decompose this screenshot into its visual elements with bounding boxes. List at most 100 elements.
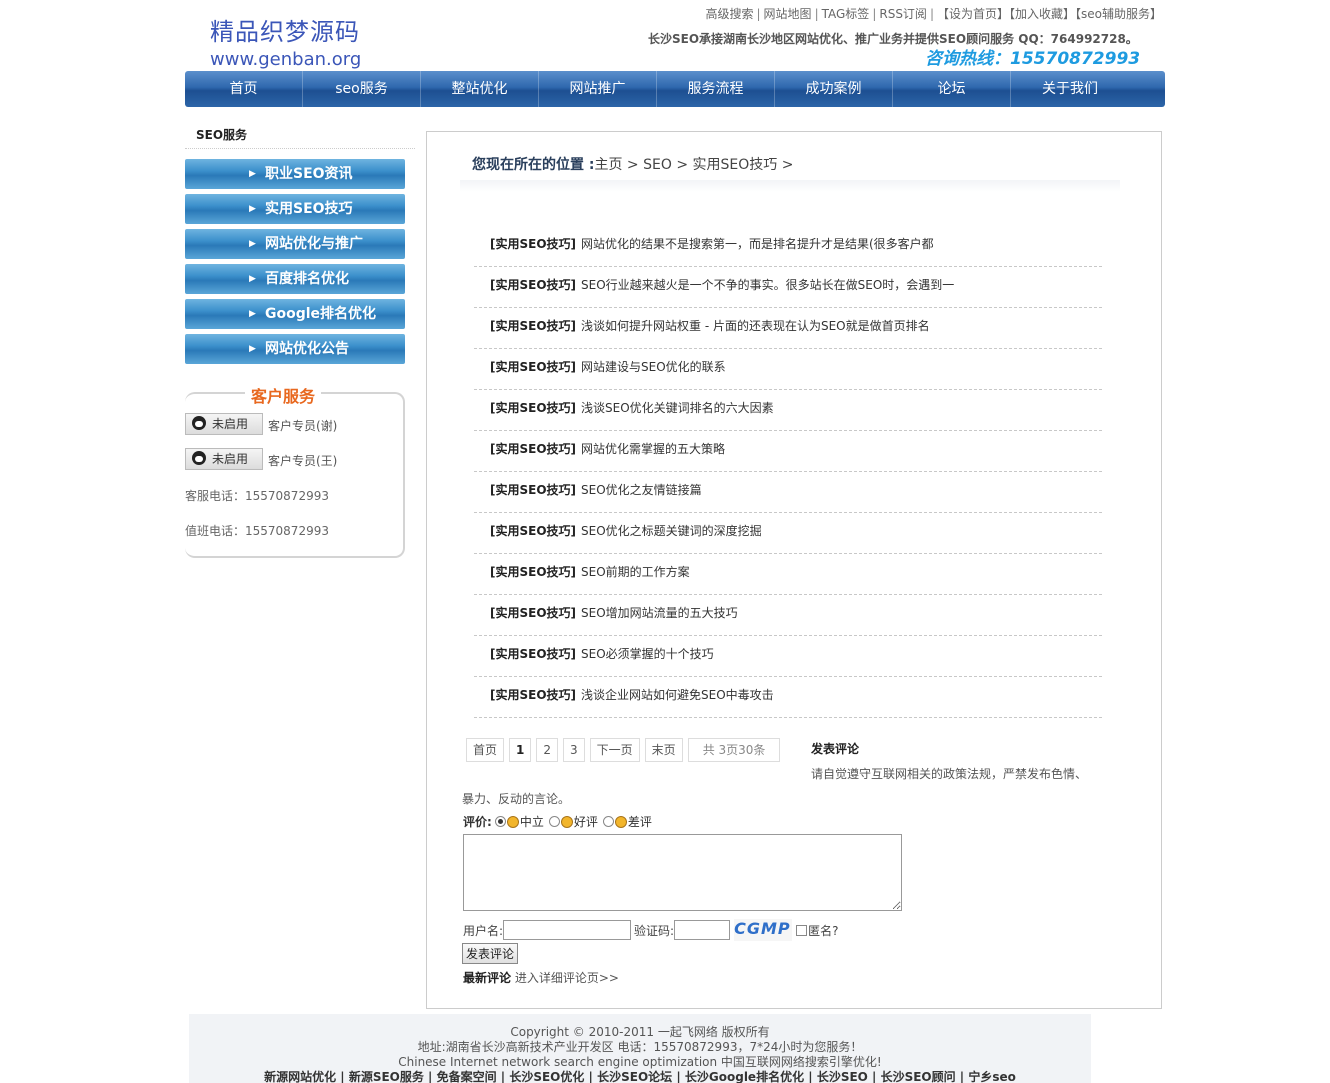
qq-penguin-icon [192,451,206,465]
sidebar-item-baidu-ranking[interactable]: ▶ 百度排名优化 [185,264,405,294]
username-input[interactable] [503,920,632,940]
triangle-right-icon: ▶ [249,344,256,354]
page-2[interactable]: 2 [536,738,559,762]
article-title[interactable]: 浅谈企业网站如何避免SEO中毒攻击 [581,686,774,703]
nav-site-optimization[interactable]: 整站优化 [421,71,539,107]
article-list: [实用SEO技巧] 网站优化的结果不是搜索第一，而是排名提升才是结果(很多客户都 … [474,226,1102,718]
footer-address: 地址:湖南省长沙高新技术产业开发区 电话：15570872993，7*24小时为… [417,1040,863,1054]
page-1[interactable]: 1 [509,738,532,762]
list-item: [实用SEO技巧] SEO增加网站流量的五大技巧 [474,595,1102,636]
article-category[interactable]: [实用SEO技巧] [490,686,576,703]
agent-name-2: 客户专员(王) [268,454,338,468]
article-title[interactable]: SEO优化之友情链接篇 [581,481,702,498]
rating-neutral-label: 中立 [519,815,544,829]
comment-rules-cont: 暴力、反动的言论。 [462,792,571,806]
page-first[interactable]: 首页 [466,738,505,762]
main-nav: 首页 seo服务 整站优化 网站推广 服务流程 成功案例 论坛 关于我们 [185,71,1165,107]
footer-links[interactable]: 新源网站优化 | 新源SEO服务 | 免备案空间 | 长沙SEO优化 | 长沙S… [189,1070,1091,1083]
article-category[interactable]: [实用SEO技巧] [490,399,576,416]
comment-form-row: 用户名: 验证码: CGMP 匿名? [463,919,838,941]
site-logo[interactable]: 精品织梦源码 www.genban.org [210,12,361,70]
article-category[interactable]: [实用SEO技巧] [490,522,576,539]
article-category[interactable]: [实用SEO技巧] [490,235,576,252]
breadcrumb-path[interactable]: 主页 > SEO > 实用SEO技巧 > [594,157,793,173]
captcha-image[interactable]: CGMP [734,919,793,941]
nav-promotion[interactable]: 网站推广 [539,71,657,107]
list-item: [实用SEO技巧] 浅谈如何提升网站权重 - 片面的还表现在认为SEO就是做首页排… [474,308,1102,349]
article-title[interactable]: 网站建设与SEO优化的联系 [581,358,726,375]
qq-button-1[interactable]: 未启用 [185,413,263,435]
article-category[interactable]: [实用SEO技巧] [490,440,576,457]
username-label: 用户名: [463,923,504,938]
list-item: [实用SEO技巧] SEO必须掌握的十个技巧 [474,636,1102,677]
article-category[interactable]: [实用SEO技巧] [490,604,576,621]
link-seo-service[interactable]: 【seo辅助服务】 [1075,7,1162,21]
nav-home[interactable]: 首页 [185,71,303,107]
rating-neutral-radio[interactable] [494,816,506,827]
link-add-favorite[interactable]: 【加入收藏】 [1009,7,1075,21]
sidebar-title: SEO服务 [196,128,248,142]
article-title[interactable]: SEO必须掌握的十个技巧 [581,645,714,662]
nav-process[interactable]: 服务流程 [657,71,775,107]
nav-about[interactable]: 关于我们 [1011,71,1129,107]
qq-button-2[interactable]: 未启用 [185,448,263,470]
article-category[interactable]: [实用SEO技巧] [490,645,576,662]
article-title[interactable]: 浅谈SEO优化关键词排名的六大因素 [581,399,774,416]
sidebar-item-seo-tips[interactable]: ▶ 实用SEO技巧 [185,194,405,224]
triangle-right-icon: ▶ [249,239,256,249]
rating-good-radio[interactable] [548,816,560,827]
article-title[interactable]: 网站优化需掌握的五大策略 [581,440,725,457]
agent-name-1: 客户专员(谢) [268,419,338,433]
hotline: 咨询热线：15570872993 [925,49,1141,69]
sidebar-item-announcements[interactable]: ▶ 网站优化公告 [185,334,405,364]
service-phone: 客服电话：15570872993 [185,489,329,503]
article-category[interactable]: [实用SEO技巧] [490,276,576,293]
nav-forum[interactable]: 论坛 [893,71,1011,107]
footer: Copyright © 2010-2011 一起飞网络 版权所有 地址:湖南省长… [189,1014,1091,1083]
logo-text-en: www.genban.org [210,49,362,70]
article-category[interactable]: [实用SEO技巧] [490,563,576,580]
page-last[interactable]: 末页 [644,738,683,762]
list-item: [实用SEO技巧] SEO优化之友情链接篇 [474,472,1102,513]
list-item: [实用SEO技巧] 浅谈SEO优化关键词排名的六大因素 [474,390,1102,431]
link-sitemap[interactable]: 网站地图 [764,7,812,21]
footer-english: Chinese Internet network search engine o… [398,1055,882,1069]
list-item: [实用SEO技巧] 网站建设与SEO优化的联系 [474,349,1102,390]
article-title[interactable]: 浅谈如何提升网站权重 - 片面的还表现在认为SEO就是做首页排名 [581,317,930,334]
article-title[interactable]: SEO增加网站流量的五大技巧 [581,604,738,621]
anonymous-checkbox[interactable] [796,924,808,936]
captcha-input[interactable] [674,920,731,940]
article-category[interactable]: [实用SEO技巧] [490,317,576,334]
rating-label: 评价: [463,815,492,829]
comment-textarea[interactable] [463,834,902,911]
qq-penguin-icon [192,416,206,430]
triangle-right-icon: ▶ [249,169,256,179]
article-title[interactable]: SEO行业越来越火是一个不争的事实。很多站长在做SEO时，会遇到一 [581,276,954,293]
list-item: [实用SEO技巧] 网站优化需掌握的五大策略 [474,431,1102,472]
page-3[interactable]: 3 [563,738,585,762]
link-set-homepage[interactable]: 【设为首页】 [937,7,1009,21]
article-title[interactable]: SEO优化之标题关键词的深度挖掘 [581,522,762,539]
article-category[interactable]: [实用SEO技巧] [490,358,576,375]
pagination: 首页 1 2 3 下一页 末页 共 3页30条 [466,738,785,762]
sidebar-item-seo-news[interactable]: ▶ 职业SEO资讯 [185,159,405,189]
article-title[interactable]: 网站优化的结果不是搜索第一，而是排名提升才是结果(很多客户都 [581,235,934,252]
link-tags[interactable]: TAG标签 [822,7,870,21]
page-next[interactable]: 下一页 [589,738,640,762]
link-advanced-search[interactable]: 高级搜索 [705,7,753,21]
rating-bad-label: 差评 [627,815,652,829]
nav-seo-service[interactable]: seo服务 [303,71,421,107]
submit-comment-button[interactable]: 发表评论 [462,943,519,964]
list-item: [实用SEO技巧] 网站优化的结果不是搜索第一，而是排名提升才是结果(很多客户都 [474,226,1102,267]
sidebar-item-optimization-promotion[interactable]: ▶ 网站优化与推广 [185,229,405,259]
rating-bad-radio[interactable] [602,816,614,827]
duty-phone: 值班电话：15570872993 [185,524,329,538]
link-rss[interactable]: RSS订阅 [879,7,927,21]
article-category[interactable]: [实用SEO技巧] [490,481,576,498]
comments-detail-link[interactable]: 进入详细评论页>> [515,971,619,985]
nav-cases[interactable]: 成功案例 [775,71,893,107]
triangle-right-icon: ▶ [249,204,256,214]
list-item: [实用SEO技巧] 浅谈企业网站如何避免SEO中毒攻击 [474,677,1102,718]
sidebar-item-google-ranking[interactable]: ▶ Google排名优化 [185,299,405,329]
article-title[interactable]: SEO前期的工作方案 [581,563,690,580]
